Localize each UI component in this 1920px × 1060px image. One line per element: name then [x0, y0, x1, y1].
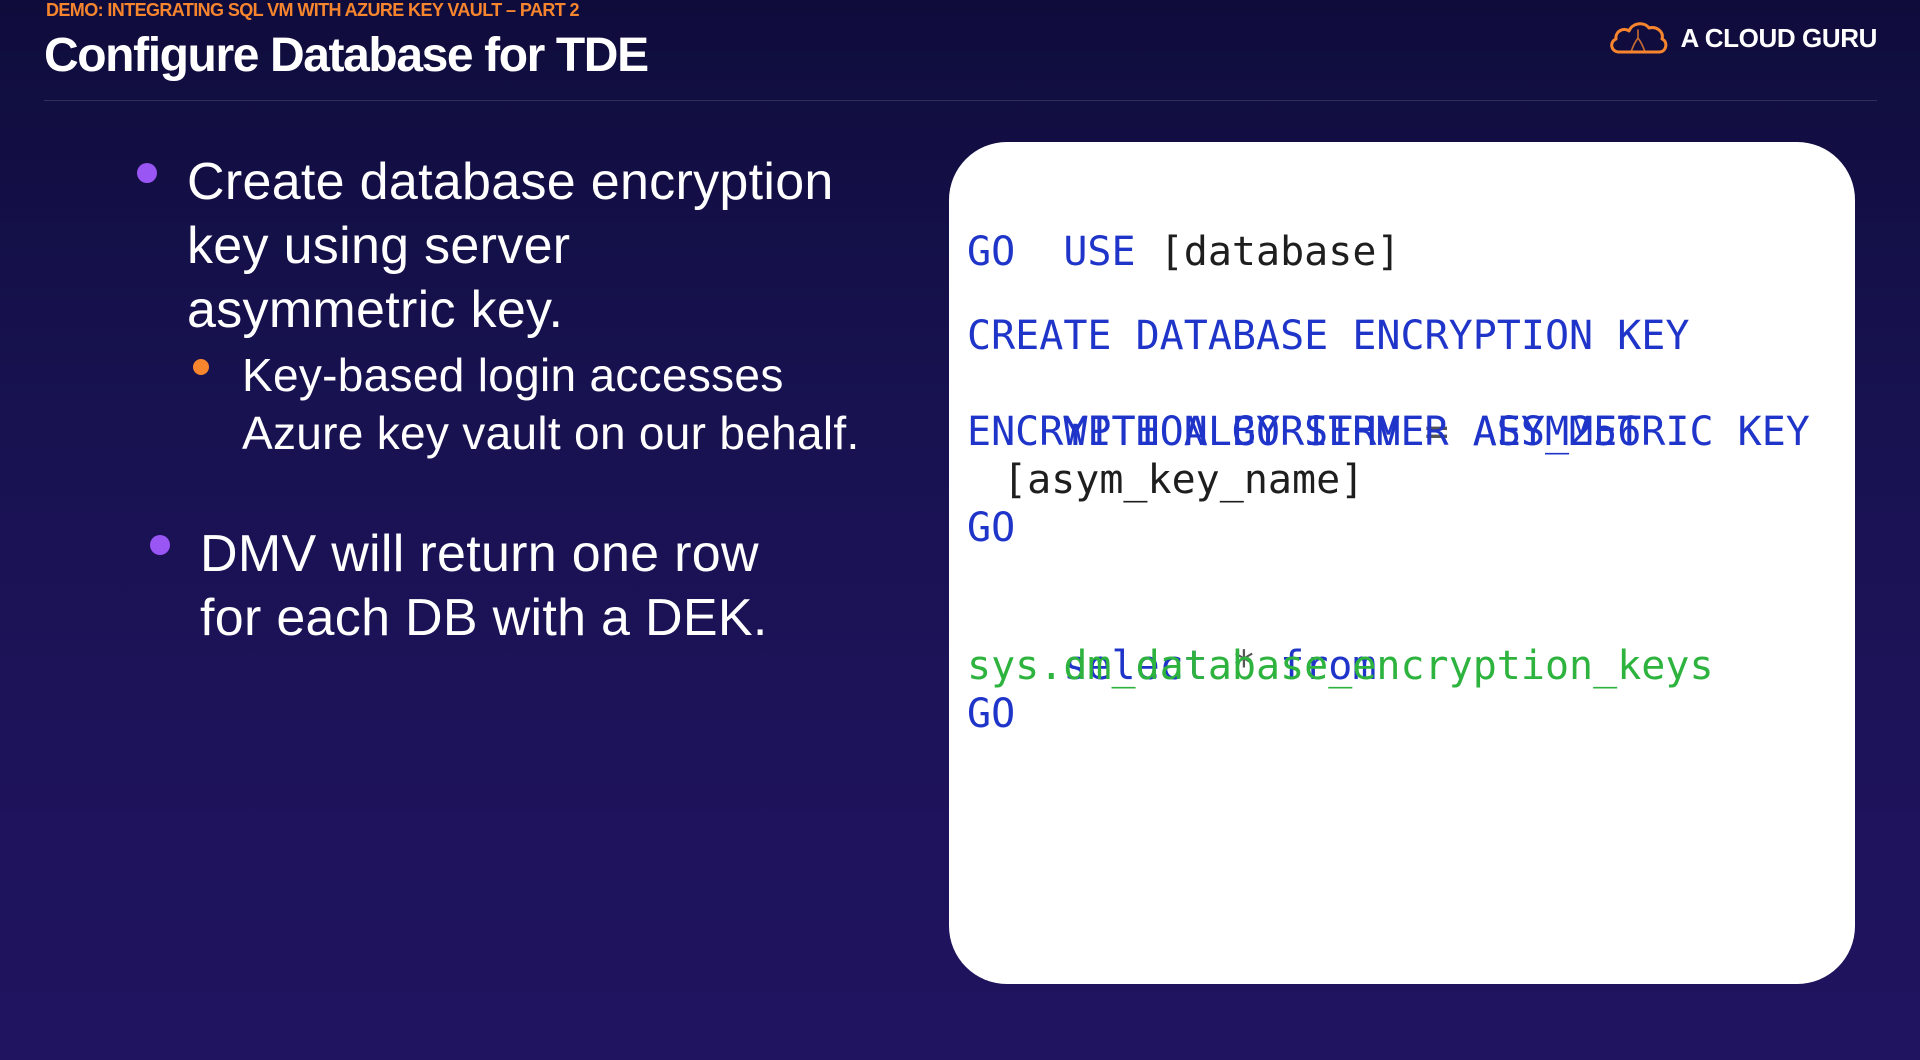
bullet-dot: [137, 163, 157, 183]
bullet-line: for each DB with a DEK.: [200, 589, 768, 647]
sub-bullet-text: Key-based login accesses Azure key vault…: [242, 346, 860, 462]
bullet-line: key using server: [187, 217, 571, 275]
code-line-create: CREATE DATABASE ENCRYPTION KEY: [967, 313, 1690, 359]
code-identifier: [database]: [1159, 229, 1401, 275]
code-line-go: GO: [967, 229, 1016, 275]
code-line-go: GO: [967, 691, 1016, 737]
bullet-list: Create database encryption key using ser…: [0, 0, 940, 1060]
code-keyword: USE: [1063, 229, 1136, 275]
bullet-line: DMV will return one row: [200, 525, 759, 583]
bullet-line: Create database encryption: [187, 153, 834, 211]
sub-bullet-line: Azure key vault on our behalf.: [242, 407, 860, 459]
brand-name: A CLOUD GURU: [1680, 22, 1878, 53]
bullet-text: DMV will return one row for each DB with…: [200, 522, 768, 650]
code-line-encryption-by: ENCRYPTION BY SERVER ASYMMETRIC KEY: [967, 409, 1810, 455]
sub-bullet-line: Key-based login accesses: [242, 349, 784, 401]
bullet-line: asymmetric key.: [187, 281, 564, 339]
code-line-key-name: [asym_key_name]: [1003, 457, 1365, 503]
bullet-dot: [150, 535, 170, 555]
code-line-go: GO: [967, 505, 1016, 551]
bullet-text: Create database encryption key using ser…: [187, 150, 834, 342]
sub-bullet-dot: [193, 359, 209, 375]
cloud-logo-icon: [1609, 22, 1667, 54]
brand-logo: A CLOUD GURU: [1607, 18, 1877, 58]
code-panel: USE [database] GO CREATE DATABASE ENCRYP…: [949, 142, 1855, 984]
code-line-dmv: sys.dm_database_encryption_keys: [967, 643, 1714, 689]
code-line-use: USE [database]: [967, 180, 1401, 324]
